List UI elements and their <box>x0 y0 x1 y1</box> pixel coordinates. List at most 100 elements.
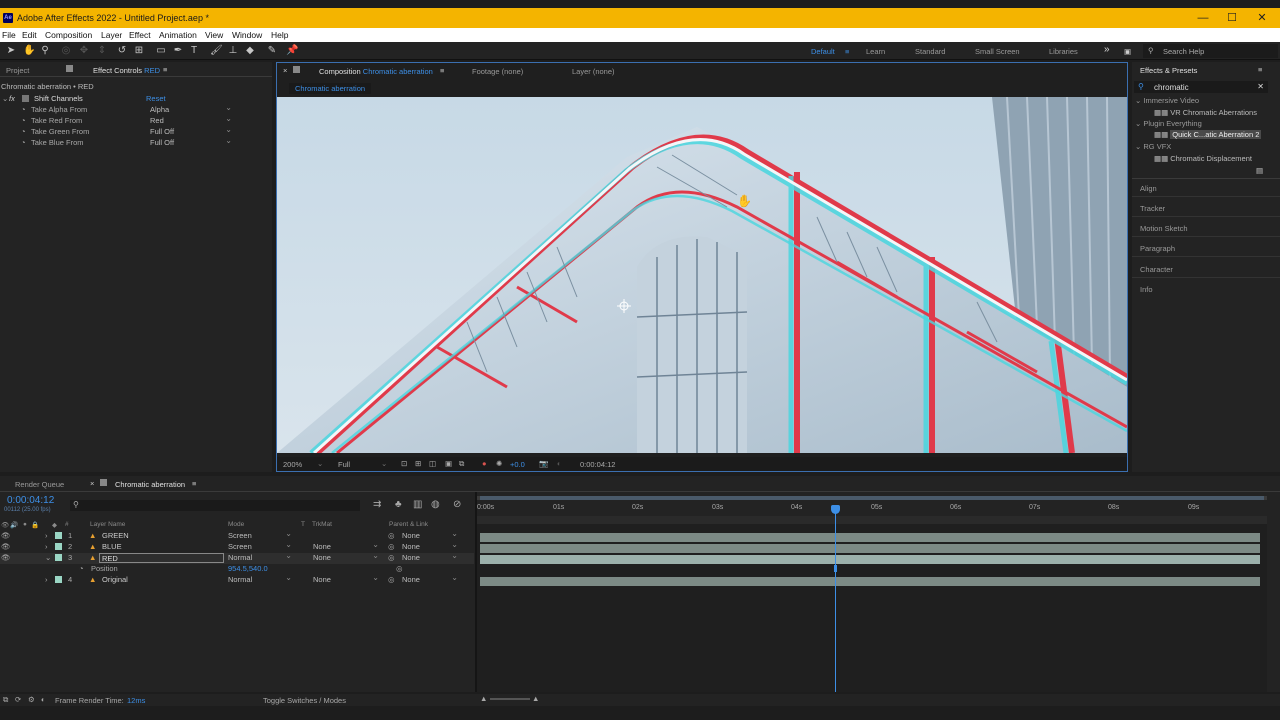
exposure-value[interactable]: +0.0 <box>510 460 525 469</box>
workspace-libraries[interactable]: Libraries <box>1049 47 1078 56</box>
layer-row-blue[interactable]: 👁 › 2 ▲ BLUE Screen None ◎ None <box>0 540 474 553</box>
chevron-down-icon[interactable]: ⌄ <box>317 459 323 468</box>
label-color-swatch[interactable] <box>55 532 62 539</box>
close-button[interactable]: ✕ <box>1252 11 1272 25</box>
frame-blending-icon[interactable]: ▥ <box>413 499 422 510</box>
effect-item[interactable]: ▦▦ VR Chromatic Aberrations <box>1154 108 1257 117</box>
param-dropdown[interactable]: Alpha <box>150 103 232 115</box>
blend-mode-dropdown[interactable]: Screen <box>228 540 292 552</box>
param-dropdown[interactable]: Full Off <box>150 136 232 148</box>
layer-bar-original[interactable] <box>480 577 1260 586</box>
pick-whip-icon[interactable]: ◎ <box>388 531 395 540</box>
menu-animation[interactable]: Animation <box>159 30 197 40</box>
effects-presets-title[interactable]: Effects & Presets <box>1140 66 1197 75</box>
layer-bar-red[interactable] <box>480 555 1260 564</box>
shy-layers-icon[interactable]: ♣ <box>395 499 402 510</box>
group-plugin-everything[interactable]: ⌄ Plugin Everything <box>1135 119 1202 128</box>
more-workspaces-icon[interactable]: » <box>1104 44 1110 55</box>
reset-link[interactable]: Reset <box>146 94 166 103</box>
menu-effect[interactable]: Effect <box>129 30 151 40</box>
timeline-search-field[interactable]: ⚲ <box>70 500 360 511</box>
layer-name[interactable]: Original <box>102 575 128 584</box>
layer-row-green[interactable]: 👁 › 1 ▲ GREEN Screen ◎ None <box>0 529 474 542</box>
channel-icon[interactable]: ● <box>482 459 487 468</box>
blend-mode-dropdown[interactable]: Normal <box>228 551 292 563</box>
tab-project[interactable]: Project <box>6 66 29 75</box>
position-value[interactable]: 954.5,540.0 <box>228 564 268 573</box>
search-help-field[interactable]: ⚲ Search Help <box>1143 44 1278 58</box>
eraser-tool-icon[interactable]: ◆ <box>244 45 256 57</box>
param-dropdown[interactable]: Full Off <box>150 125 232 137</box>
maximize-button[interactable]: ☐ <box>1222 11 1242 25</box>
chevron-down-icon[interactable]: ⌄ <box>45 553 51 562</box>
workspace-default[interactable]: Default <box>811 47 835 56</box>
pan-tool-icon[interactable]: ✥ <box>78 45 90 57</box>
minimize-button[interactable]: — <box>1193 11 1213 25</box>
keyframe-marker[interactable] <box>834 565 837 572</box>
close-tab-icon[interactable]: × <box>90 479 94 488</box>
composition-viewer[interactable]: ✋ <box>277 97 1127 453</box>
mask-visibility-icon[interactable]: ◫ <box>429 459 436 468</box>
panel-menu-icon[interactable]: ≡ <box>163 65 167 74</box>
effects-search-field[interactable]: ⚲ chromatic ✕ <box>1134 81 1268 93</box>
zoom-out-icon[interactable]: ▲ <box>480 694 487 703</box>
trkmat-dropdown[interactable]: None <box>313 551 379 563</box>
parent-dropdown[interactable]: None <box>402 540 458 552</box>
stopwatch-icon[interactable]: ◔ <box>21 105 26 114</box>
stopwatch-icon[interactable]: ◔ <box>21 127 26 136</box>
show-snapshot-icon[interactable]: ◐ <box>557 459 562 468</box>
workspace-menu-icon[interactable]: ≡ <box>845 47 849 56</box>
parent-dropdown[interactable]: None <box>402 551 458 563</box>
panel-menu-icon[interactable]: ≡ <box>192 479 196 488</box>
playhead-handle[interactable] <box>831 505 840 514</box>
blend-mode-dropdown[interactable]: Normal <box>228 573 292 585</box>
menu-layer[interactable]: Layer <box>101 30 122 40</box>
transparency-grid-icon[interactable]: ⊞ <box>415 459 421 468</box>
layer-row-red[interactable]: 👁 ⌄ 3 ▲ RED Normal None ◎ None <box>0 551 474 564</box>
layer-name[interactable]: RED <box>99 553 224 563</box>
pen-tool-icon[interactable]: ✒ <box>172 45 184 57</box>
timeline-navigator[interactable] <box>477 516 1267 524</box>
workspace-small-screen[interactable]: Small Screen <box>975 47 1020 56</box>
trkmat-dropdown[interactable]: None <box>313 573 379 585</box>
workspace-learn[interactable]: Learn <box>866 47 885 56</box>
time-ruler[interactable]: 0:00s 01s 02s 03s 04s 05s 06s 07s 08s 09… <box>477 502 1267 514</box>
comp-breadcrumb[interactable]: Chromatic aberration <box>289 83 372 94</box>
orbit-tool-icon[interactable]: ◎ <box>60 45 72 57</box>
menu-file[interactable]: File <box>2 30 16 40</box>
tab-timeline-comp[interactable]: Chromatic aberration <box>115 480 185 489</box>
close-tab-icon[interactable]: × <box>283 66 287 75</box>
panel-menu-icon[interactable]: ≡ <box>1258 65 1262 74</box>
layer-name-header[interactable]: Layer Name <box>90 521 125 528</box>
zoom-in-icon[interactable]: ▲ <box>532 694 539 703</box>
sync-settings-icon[interactable]: ▣ <box>1124 47 1131 56</box>
pick-whip-icon[interactable]: ◎ <box>396 564 403 573</box>
toggle-switches-modes[interactable]: Toggle Switches / Modes <box>263 696 346 705</box>
blend-mode-dropdown[interactable]: Screen <box>228 529 292 541</box>
exposure-reset-icon[interactable]: ✺ <box>496 459 502 468</box>
render-time-icon[interactable]: ◐ <box>41 695 46 704</box>
tab-layer[interactable]: Layer (none) <box>572 67 615 76</box>
group-rg-vfx[interactable]: ⌄ RG VFX <box>1135 142 1171 151</box>
panel-align[interactable]: Align <box>1140 184 1157 193</box>
eye-icon[interactable]: 👁 <box>1 542 11 551</box>
stopwatch-icon[interactable]: ◔ <box>79 564 84 573</box>
tab-effect-controls[interactable]: Effect Controls RED <box>93 66 160 75</box>
layer-name[interactable]: BLUE <box>102 542 122 551</box>
menu-help[interactable]: Help <box>271 30 288 40</box>
workspace-standard[interactable]: Standard <box>915 47 945 56</box>
view-options-icon[interactable]: ⧉ <box>459 459 464 469</box>
t-header[interactable]: T <box>301 521 305 528</box>
chevron-right-icon[interactable]: › <box>45 531 48 540</box>
puppet-pin-tool-icon[interactable]: 📌 <box>286 45 298 57</box>
snapshot-icon[interactable]: 📷 <box>539 459 548 468</box>
selection-tool-icon[interactable]: ➤ <box>5 45 17 57</box>
effect-item[interactable]: ▦▦ Chromatic Displacement <box>1154 154 1252 163</box>
panel-menu-icon[interactable]: ≡ <box>440 66 444 75</box>
tab-composition[interactable]: Composition Chromatic aberration <box>319 67 433 76</box>
brush-tool-icon[interactable]: 🖌 <box>210 45 223 57</box>
parent-dropdown[interactable]: None <box>402 573 458 585</box>
stopwatch-icon[interactable]: ◔ <box>21 116 26 125</box>
menu-window[interactable]: Window <box>232 30 262 40</box>
trkmat-header[interactable]: TrkMat <box>312 521 332 528</box>
